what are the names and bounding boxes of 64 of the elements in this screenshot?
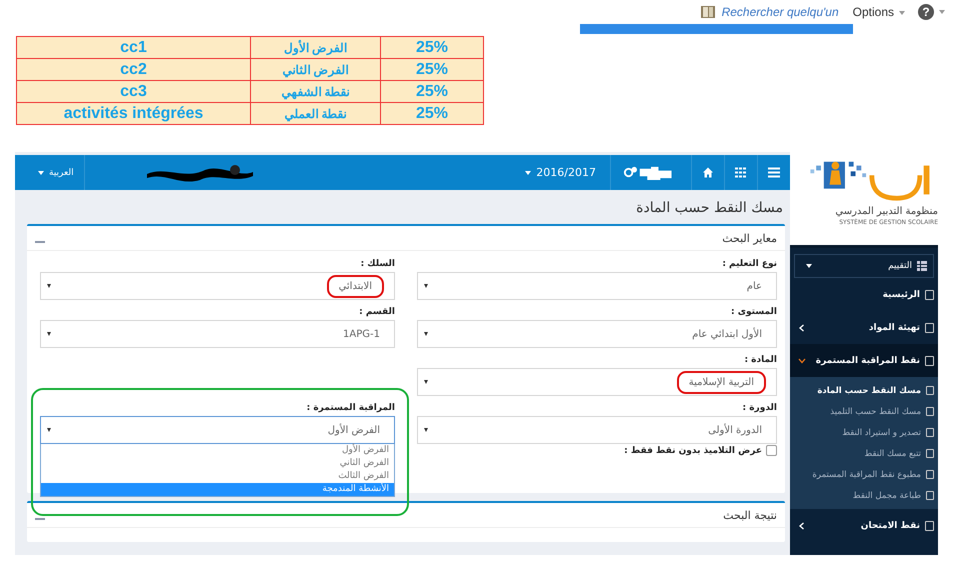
chevron-icon [798,356,806,364]
table-cell: cc1 [16,36,250,58]
table-cell: نقطة الشفهي [250,80,380,102]
field-label: المراقبة المستمرة : [306,402,395,415]
select-field[interactable]: عام [417,272,777,300]
select-value: عام [746,280,763,294]
table-cell: cc2 [16,58,250,80]
field-label: الدورة : [742,402,777,415]
sidebar-subitem[interactable]: مسك النقط حسب المادة [790,380,938,401]
table-cell: نقطة العملي [250,102,380,124]
select-value: 1APG-1 [342,328,381,342]
sidebar-item[interactable]: نقط المراقبة المستمرة [790,344,938,377]
sidebar-item[interactable]: الرئيسية [790,278,938,311]
dropdown-option[interactable]: الفرض الأول [41,444,394,457]
logo-tagline: منظومة التدبير المدرسي [835,206,938,217]
select-field[interactable]: 1APG-1 [40,320,395,348]
panel-title: نتيجة البحث [723,508,777,522]
sidebar-subitem[interactable]: طباعة مجمل النقط [790,485,938,506]
sidebar-subitem[interactable]: مطبوع نقط المراقبة المستمرة [790,464,938,485]
select-value: التربية الإسلامية [676,370,766,394]
table-cell: activités intégrées [16,102,250,124]
field-label: السلك : [360,258,395,271]
checkbox[interactable] [766,445,777,456]
search-people-link[interactable]: Rechercher quelqu'un [722,5,839,19]
grid-icon [917,261,927,271]
dropdown-option[interactable]: الفرض الثالث [41,470,394,483]
language-menu[interactable]: العربية [15,155,85,190]
sidebar-subitem[interactable]: تتبع مسك النقط [790,443,938,464]
select-value: الدورة الأولى [707,422,763,438]
page-title: مسك النقط حسب المادة [635,199,784,218]
sidebar-item[interactable]: تهيئة المواد [790,311,938,344]
select-field[interactable]: الفرض الأول [40,416,395,444]
sidebar-subitem[interactable]: مسك النقط حسب التلميذ [790,401,938,422]
select-field[interactable]: الابتدائي [40,272,395,300]
select-field[interactable]: الأول ابتدائي عام [417,320,777,348]
table-cell: 25% [380,80,484,102]
select-field[interactable]: التربية الإسلامية [417,368,777,396]
help-icon[interactable]: ? [918,4,934,20]
select-value: الفرض الأول [326,422,381,438]
chevron-icon [798,324,806,332]
field-label: المستوى : [730,306,777,319]
field-label: نوع التعليم : [721,258,777,271]
select-field[interactable]: الدورة الأولى [417,416,777,444]
sidebar-subitem[interactable]: تصدير و استيراد النقط [790,422,938,443]
dropdown-option[interactable]: الفرض الثاني [41,457,394,470]
table-cell: 25% [380,58,484,80]
module-select[interactable]: التقييم [794,254,934,278]
table-cell: الفرض الأول [250,36,380,58]
sidebar-item[interactable]: نقط الامتحان [790,509,938,542]
table-cell: cc3 [16,80,250,102]
panel-title: معاير البحث [722,232,777,244]
options-menu[interactable]: Options [852,5,910,19]
table-cell: 25% [380,102,484,124]
book-icon [700,4,716,20]
checkbox-label: عرض التلاميذ بدون نقط فقط : [624,446,762,456]
select-value: الأول ابتدائي عام [691,326,763,342]
field-label: القسم : [358,306,395,319]
school-year-menu[interactable]: 2016/2017 [510,155,611,190]
table-cell: الفرض الثاني [250,58,380,80]
select-value: الابتدائي [326,274,384,298]
field-label: المادة : [743,354,777,367]
chevron-icon [798,522,806,530]
dropdown-option[interactable]: الأنشطة المندمجة [41,483,394,496]
table-cell: 25% [380,36,484,58]
